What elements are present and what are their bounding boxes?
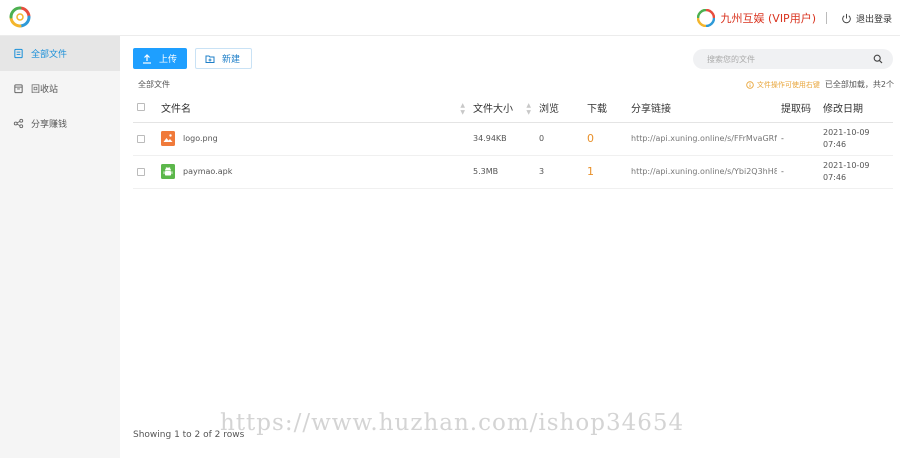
upload-icon (143, 53, 151, 64)
top-bar: 九州互娱 (VIP用户) 退出登录 (0, 0, 900, 36)
divider (825, 12, 827, 24)
modified-date: 2021-10-09 (823, 127, 870, 137)
user-area: 九州互娱 (VIP用户) 退出登录 (696, 7, 892, 29)
pagination-info: Showing 1 to 2 of 2 rows (133, 430, 245, 440)
row-checkbox[interactable] (137, 134, 145, 143)
main-content: 上传 新建 全部文件 文件操作可使用右键 已全部加载，共2个 (120, 36, 900, 458)
sidebar-item-all-files[interactable]: 全部文件 (0, 36, 120, 71)
column-header-name[interactable]: 文件名 ▲ ▼ (157, 94, 469, 123)
file-name[interactable]: paymao.apk (183, 167, 232, 176)
search-input[interactable] (707, 54, 873, 64)
sort-icon[interactable]: ▲ ▼ (526, 102, 531, 116)
row-checkbox[interactable] (137, 167, 145, 176)
share-icon (13, 118, 24, 129)
table-header: 文件名 ▲ ▼ 文件大小 ▲ ▼ 浏览 下载 分享链接 提取码 修改日期 (133, 94, 893, 123)
sidebar-item-label: 回收站 (31, 85, 59, 95)
file-name[interactable]: logo.png (183, 134, 218, 143)
column-header-size[interactable]: 文件大小 ▲ ▼ (469, 94, 535, 123)
column-header-views: 浏览 (535, 94, 583, 123)
sort-icon[interactable]: ▲ ▼ (460, 102, 465, 116)
table-row[interactable]: paymao.apk 5.3MB 3 1 http://api.xuning.o… (133, 155, 893, 189)
column-header-date: 修改日期 (819, 94, 893, 123)
sidebar-item-recycle-bin[interactable]: 回收站 (0, 71, 120, 106)
extract-code: - (777, 122, 819, 156)
new-label: 新建 (222, 55, 241, 65)
file-table: 文件名 ▲ ▼ 文件大小 ▲ ▼ 浏览 下载 分享链接 提取码 修改日期 log… (133, 94, 893, 189)
search-icon[interactable] (873, 54, 883, 64)
new-folder-button[interactable]: 新建 (195, 48, 252, 69)
avatar[interactable] (696, 9, 715, 27)
file-size: 5.3MB (469, 155, 535, 189)
column-header-code: 提取码 (777, 94, 819, 123)
share-link[interactable]: http://api.xuning.online/s/Ybi2Q3hH8z (631, 167, 777, 176)
app-logo[interactable] (9, 6, 31, 28)
select-all-cell (133, 94, 157, 123)
info-icon (746, 80, 754, 89)
file-size: 34.94KB (469, 122, 535, 156)
column-header-link: 分享链接 (627, 94, 777, 123)
download-count: 1 (587, 165, 594, 178)
trash-icon (14, 84, 23, 94)
logout-link[interactable]: 退出登录 (856, 12, 892, 25)
image-file-icon (161, 131, 175, 146)
search-box (693, 49, 893, 69)
power-icon[interactable] (841, 13, 852, 24)
view-count: 3 (535, 155, 583, 189)
column-header-downloads: 下载 (583, 94, 627, 123)
modified-date: 2021-10-09 (823, 160, 870, 170)
user-name[interactable]: 九州互娱 (VIP用户) (721, 10, 816, 26)
tip-text: 文件操作可使用右键 (756, 80, 820, 89)
breadcrumb[interactable]: 全部文件 (138, 79, 170, 90)
folder-add-icon (205, 55, 215, 63)
sidebar-item-label: 全部文件 (31, 50, 68, 60)
sidebar-item-share-earn[interactable]: 分享赚钱 (0, 106, 120, 141)
upload-button[interactable]: 上传 (133, 48, 187, 69)
upload-label: 上传 (159, 55, 178, 65)
android-apk-icon (161, 164, 175, 179)
count-text: 已全部加载，共2个 (824, 80, 894, 89)
select-all-checkbox[interactable] (137, 103, 145, 112)
sidebar-item-label: 分享赚钱 (31, 120, 68, 130)
view-count: 0 (535, 122, 583, 156)
share-link[interactable]: http://api.xuning.online/s/FFrMvaGRfq (631, 134, 777, 143)
extract-code: - (777, 155, 819, 189)
load-status: 文件操作可使用右键 已全部加载，共2个 (746, 79, 894, 90)
table-row[interactable]: logo.png 34.94KB 0 0 http://api.xuning.o… (133, 122, 893, 156)
sidebar: 全部文件 回收站 分享赚钱 (0, 36, 120, 458)
file-icon (14, 48, 23, 59)
download-count: 0 (587, 132, 594, 145)
modified-time: 07:46 (823, 139, 847, 149)
modified-time: 07:46 (823, 172, 847, 182)
